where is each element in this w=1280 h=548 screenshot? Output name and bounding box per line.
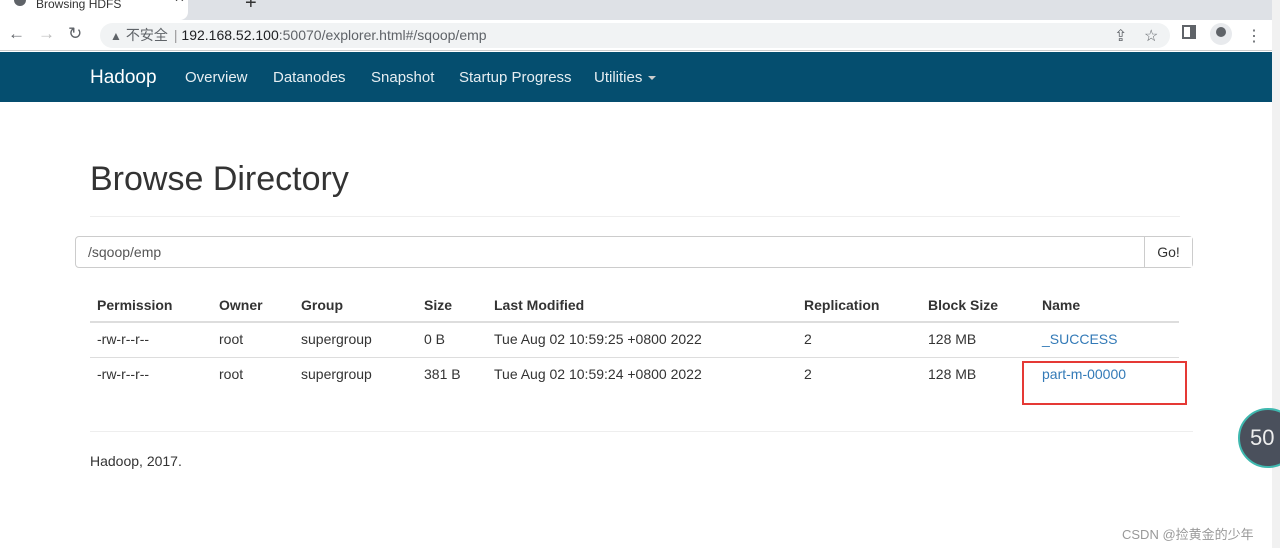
forward-icon[interactable]: → — [38, 24, 55, 44]
share-icon[interactable]: ⇪ — [1114, 26, 1127, 46]
col-replication[interactable]: Replication — [797, 288, 921, 323]
table-row: -rw-r--r-- root supergroup 0 B Tue Aug 0… — [90, 321, 1179, 357]
go-button[interactable]: Go! — [1144, 237, 1192, 267]
path-input[interactable] — [76, 237, 1144, 267]
sidepanel-icon[interactable] — [1182, 25, 1196, 39]
group: supergroup — [294, 356, 417, 392]
menu-dots-icon[interactable]: ⋮ — [1246, 26, 1262, 46]
reload-icon[interactable]: ↻ — [68, 24, 82, 44]
globe-icon — [14, 0, 26, 6]
col-group[interactable]: Group — [294, 288, 417, 323]
navbar: Hadoop Overview Datanodes Snapshot Start… — [0, 52, 1272, 102]
nav-snapshot[interactable]: Snapshot — [371, 69, 434, 86]
size: 0 B — [417, 321, 487, 357]
col-permission[interactable]: Permission — [90, 288, 212, 323]
speed-badge[interactable]: 50 — [1238, 408, 1280, 468]
url-path: :50070/explorer.html#/sqoop/emp — [278, 27, 487, 43]
url-input[interactable]: ▲ 不安全 | 192.168.52.100:50070/explorer.html… — [100, 23, 1170, 48]
table-header: Permission Owner Group Size Last Modifie… — [90, 288, 1179, 323]
size: 381 B — [417, 356, 487, 392]
file-link[interactable]: _SUCCESS — [1042, 331, 1117, 347]
col-name[interactable]: Name — [1035, 288, 1179, 323]
last-modified: Tue Aug 02 10:59:24 +0800 2022 — [487, 356, 797, 392]
group: supergroup — [294, 321, 417, 357]
warning-icon: ▲ — [110, 29, 122, 43]
owner: root — [212, 356, 294, 392]
directory-table: Permission Owner Group Size Last Modifie… — [90, 288, 1179, 392]
nav-datanodes[interactable]: Datanodes — [273, 69, 346, 86]
star-icon[interactable]: ☆ — [1144, 26, 1158, 46]
nav-utilities-label: Utilities — [594, 69, 643, 86]
col-block-size[interactable]: Block Size — [921, 288, 1035, 323]
table-row: -rw-r--r-- root supergroup 381 B Tue Aug… — [90, 356, 1179, 392]
brand[interactable]: Hadoop — [90, 67, 157, 89]
highlight-box — [1022, 361, 1187, 405]
footer: Hadoop, 2017. — [90, 453, 182, 469]
address-bar-row: ← → ↻ ▲ 不安全 | 192.168.52.100:50070/explore… — [0, 20, 1272, 51]
back-icon[interactable]: ← — [8, 24, 25, 44]
tab-title: Browsing HDFS — [36, 0, 122, 11]
tab-bar: Browsing HDFS ✕ + — [0, 0, 1272, 20]
divider — [90, 216, 1180, 217]
url-host: 192.168.52.100 — [181, 27, 279, 43]
col-owner[interactable]: Owner — [212, 288, 294, 323]
permission: -rw-r--r-- — [90, 321, 212, 357]
block-size: 128 MB — [921, 356, 1035, 392]
close-tab-icon[interactable]: ✕ — [174, 0, 185, 4]
insecure-label: 不安全 — [125, 27, 168, 43]
new-tab-button[interactable]: + — [245, 0, 257, 15]
owner: root — [212, 321, 294, 357]
block-size: 128 MB — [921, 321, 1035, 357]
profile-avatar-icon[interactable] — [1210, 23, 1232, 45]
browser-tab[interactable]: Browsing HDFS ✕ — [0, 0, 188, 20]
nav-utilities[interactable]: Utilities — [594, 69, 657, 86]
last-modified: Tue Aug 02 10:59:25 +0800 2022 — [487, 321, 797, 357]
nav-startup-progress[interactable]: Startup Progress — [459, 69, 572, 86]
divider — [90, 431, 1193, 432]
watermark: CSDN @捡黄金的少年 — [1122, 527, 1254, 542]
permission: -rw-r--r-- — [90, 356, 212, 392]
col-size[interactable]: Size — [417, 288, 487, 323]
page-title: Browse Directory — [90, 160, 349, 198]
nav-overview[interactable]: Overview — [185, 69, 248, 86]
path-form: Go! — [75, 236, 1193, 268]
replication: 2 — [797, 356, 921, 392]
col-last-modified[interactable]: Last Modified — [487, 288, 797, 323]
replication: 2 — [797, 321, 921, 357]
caret-down-icon — [648, 76, 657, 81]
